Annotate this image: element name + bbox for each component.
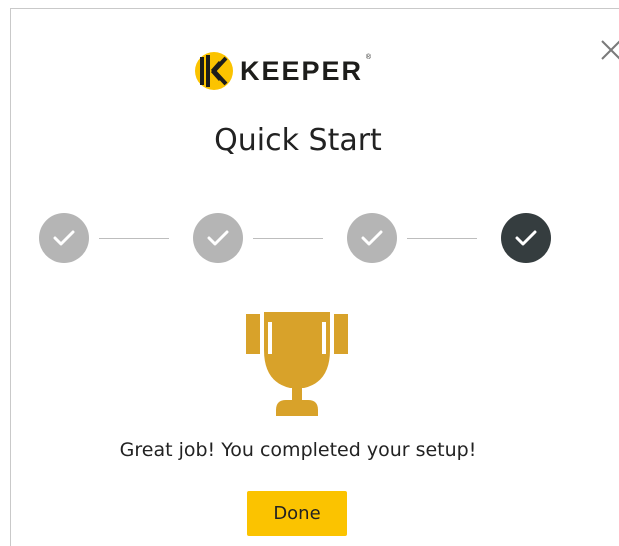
check-icon: [207, 230, 229, 246]
check-icon: [361, 230, 383, 246]
quick-start-dialog: KEEPER ® Quick Start Great job! You comp…: [10, 8, 619, 546]
step-connector: [253, 238, 323, 239]
trophy-icon: [246, 312, 348, 416]
keeper-logo: KEEPER ®: [194, 47, 372, 95]
check-icon: [53, 230, 75, 246]
check-icon: [515, 230, 537, 246]
logo-trademark: ®: [365, 53, 372, 61]
step-2-completed: [193, 213, 243, 263]
step-1-completed: [39, 213, 89, 263]
close-icon: [601, 40, 619, 60]
done-button[interactable]: Done: [247, 491, 347, 536]
dialog-title: Quick Start: [214, 123, 382, 158]
completion-message: Great job! You completed your setup!: [119, 439, 477, 461]
close-button[interactable]: [594, 33, 619, 67]
step-connector: [99, 238, 169, 239]
step-connector: [407, 238, 477, 239]
progress-stepper: [39, 213, 559, 263]
logo-wordmark: KEEPER ®: [240, 53, 372, 86]
step-4-current: [501, 213, 551, 263]
keeper-logo-icon: [195, 52, 233, 90]
step-3-completed: [347, 213, 397, 263]
